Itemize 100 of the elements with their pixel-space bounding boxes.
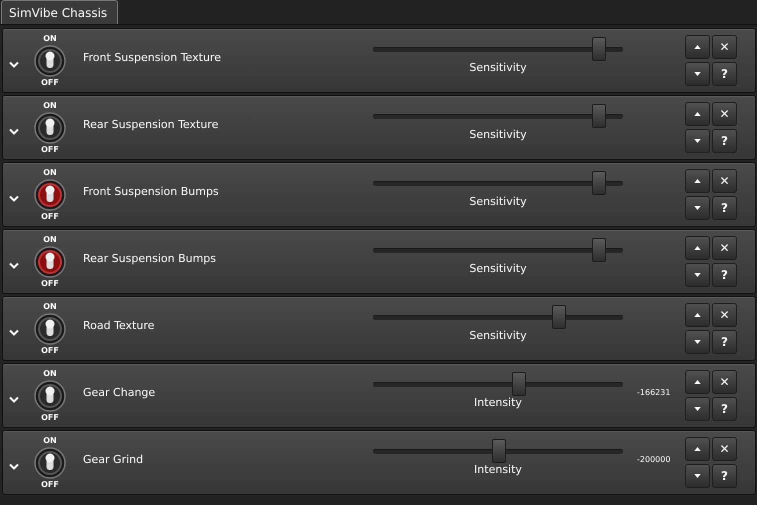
close-button[interactable]: ✕ [712, 303, 737, 327]
slider-thumb[interactable] [592, 238, 606, 262]
help-button[interactable]: ? [712, 330, 737, 354]
toggle-switch[interactable] [34, 44, 66, 76]
help-button[interactable]: ? [712, 62, 737, 86]
down-arrow-icon [694, 139, 701, 143]
up-arrow-icon [694, 447, 701, 451]
up-arrow-icon [694, 380, 701, 384]
slider-thumb[interactable] [592, 37, 606, 61]
chevron-icon[interactable] [9, 195, 19, 202]
effect-name: Rear Suspension Bumps [83, 252, 218, 265]
slider-thumb[interactable] [552, 305, 566, 329]
move-up-button[interactable] [685, 169, 710, 193]
down-arrow-icon [694, 340, 701, 344]
help-button[interactable]: ? [712, 464, 737, 488]
close-button[interactable]: ✕ [712, 169, 737, 193]
close-button[interactable]: ✕ [712, 102, 737, 126]
off-label: OFF [41, 412, 59, 422]
toggle-switch[interactable] [34, 112, 66, 144]
on-label: ON [43, 168, 57, 178]
toggle-switch[interactable] [34, 380, 66, 412]
chevron-icon[interactable] [9, 262, 19, 269]
down-arrow-icon [694, 72, 701, 76]
effect-name: Road Texture [83, 319, 156, 332]
slider-thumb[interactable] [592, 104, 606, 128]
slider-label: Intensity [474, 396, 522, 409]
up-arrow-icon [694, 313, 701, 317]
effect-name: Gear Change [83, 386, 156, 399]
move-down-button[interactable] [685, 397, 710, 421]
help-button[interactable]: ? [712, 129, 737, 153]
down-arrow-icon [694, 273, 701, 277]
down-arrow-icon [694, 474, 701, 478]
effect-name: Rear Suspension Texture [83, 118, 220, 131]
toggle-switch[interactable] [34, 246, 66, 278]
slider-thumb[interactable] [492, 439, 506, 463]
up-arrow-icon [694, 112, 701, 116]
help-button[interactable]: ? [712, 263, 737, 287]
off-label: OFF [41, 144, 59, 154]
close-button[interactable]: ✕ [712, 370, 737, 394]
up-arrow-icon [694, 45, 701, 49]
chevron-icon[interactable] [9, 61, 19, 68]
slider-thumb[interactable] [592, 171, 606, 195]
slider-label: Sensitivity [469, 61, 527, 74]
move-up-button[interactable] [685, 35, 710, 59]
on-label: ON [43, 100, 57, 110]
effect-name: Gear Grind [83, 453, 144, 466]
on-label: ON [43, 34, 57, 44]
slider-label: Intensity [474, 463, 522, 476]
close-button[interactable]: ✕ [712, 437, 737, 461]
slider[interactable] [373, 171, 623, 195]
on-label: ON [43, 436, 57, 446]
chevron-icon[interactable] [9, 329, 19, 336]
move-down-button[interactable] [685, 196, 710, 220]
slider-label: Sensitivity [469, 128, 527, 141]
move-down-button[interactable] [685, 129, 710, 153]
down-arrow-icon [694, 206, 701, 210]
off-label: OFF [41, 346, 59, 356]
tab[interactable]: SimVibe Chassis [1, 0, 118, 24]
move-up-button[interactable] [685, 303, 710, 327]
help-button[interactable]: ? [712, 397, 737, 421]
on-label: ON [43, 302, 57, 312]
move-up-button[interactable] [685, 102, 710, 126]
slider[interactable] [373, 439, 623, 463]
slider-thumb[interactable] [512, 372, 526, 396]
slider-label: Sensitivity [469, 195, 527, 208]
toggle-switch[interactable] [34, 446, 66, 478]
move-up-button[interactable] [685, 236, 710, 260]
move-down-button[interactable] [685, 330, 710, 354]
move-down-button[interactable] [685, 263, 710, 287]
slider[interactable] [373, 37, 623, 61]
close-button[interactable]: ✕ [712, 35, 737, 59]
off-label: OFF [41, 78, 59, 88]
move-down-button[interactable] [685, 464, 710, 488]
help-button[interactable]: ? [712, 196, 737, 220]
slider-label: Sensitivity [469, 262, 527, 275]
up-arrow-icon [694, 246, 701, 250]
move-up-button[interactable] [685, 370, 710, 394]
close-button[interactable]: ✕ [712, 236, 737, 260]
chevron-icon[interactable] [9, 463, 19, 470]
off-label: OFF [41, 212, 59, 222]
slider-value: -166231 [637, 388, 670, 397]
toggle-switch[interactable] [34, 312, 66, 344]
move-up-button[interactable] [685, 437, 710, 461]
slider[interactable] [373, 305, 623, 329]
slider[interactable] [373, 104, 623, 128]
move-down-button[interactable] [685, 62, 710, 86]
on-label: ON [43, 234, 57, 244]
down-arrow-icon [694, 407, 701, 411]
slider[interactable] [373, 238, 623, 262]
toggle-switch[interactable] [34, 178, 66, 210]
slider[interactable] [373, 372, 623, 396]
chevron-icon[interactable] [9, 128, 19, 135]
effect-name: Front Suspension Texture [83, 51, 222, 64]
off-label: OFF [41, 480, 59, 490]
on-label: ON [43, 368, 57, 378]
effect-name: Front Suspension Bumps [83, 185, 220, 198]
chevron-icon[interactable] [9, 396, 19, 403]
off-label: OFF [41, 278, 59, 288]
slider-value: -200000 [637, 455, 670, 464]
up-arrow-icon [694, 179, 701, 183]
